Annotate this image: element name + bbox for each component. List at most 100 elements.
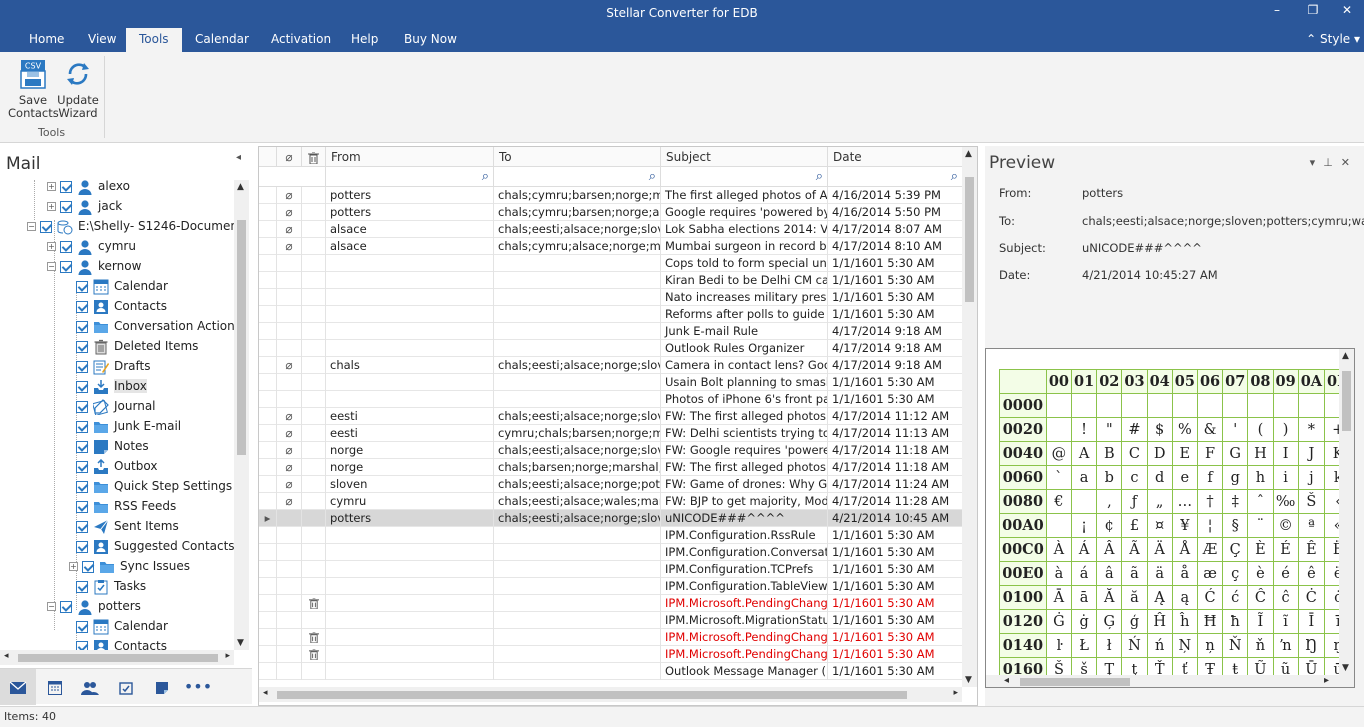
message-row[interactable]: ▸ potterschals;eesti;alsace;norge;sloven;…	[259, 510, 962, 527]
attachment-column-icon[interactable]: ⌀	[276, 147, 301, 167]
row-selector[interactable]	[259, 578, 276, 595]
expand-icon[interactable]: +	[47, 202, 56, 211]
body-hscroll-thumb[interactable]	[1020, 678, 1130, 686]
tab-calendar[interactable]: Calendar	[195, 32, 249, 46]
message-row[interactable]: IPM.Microsoft.PendingChange....1/1/1601 …	[259, 629, 962, 646]
people-icon[interactable]	[72, 669, 108, 705]
message-row[interactable]: Kiran Bedi to be Delhi CM candi...1/1/16…	[259, 272, 962, 289]
search-icon[interactable]: ⌕	[649, 169, 656, 184]
checkbox[interactable]	[76, 320, 88, 333]
message-row[interactable]: IPM.Microsoft.PendingChange....1/1/1601 …	[259, 595, 962, 612]
row-selector[interactable]	[259, 595, 276, 612]
checkbox[interactable]	[76, 520, 88, 533]
collapse-icon[interactable]: −	[27, 222, 36, 231]
row-selector[interactable]	[259, 663, 276, 680]
row-selector[interactable]	[259, 255, 276, 272]
tree-item-notes[interactable]: Notes	[76, 436, 149, 456]
message-row[interactable]: IPM.Configuration.RssRule 1/1/1601 5:30 A…	[259, 527, 962, 544]
message-row[interactable]: ⌀ slovenchals;eesti;alsace;norge;potter..…	[259, 476, 962, 493]
checkbox[interactable]	[76, 340, 88, 353]
tree-item-kernow[interactable]: − kernow	[47, 256, 141, 276]
checkbox[interactable]	[76, 640, 88, 650]
save-contacts-button[interactable]: CSV Save Contacts	[8, 58, 59, 120]
tree-item-cymru[interactable]: + cymru	[47, 236, 136, 256]
message-row[interactable]: Junk E-mail Rule 4/17/2014 9:18 AM	[259, 323, 962, 340]
row-selector[interactable]	[259, 357, 276, 374]
row-selector[interactable]	[259, 204, 276, 221]
filter-from-input[interactable]: ⌕	[325, 167, 493, 187]
column-to[interactable]: To	[493, 147, 660, 167]
pin-icon[interactable]: ⊥	[1323, 156, 1341, 169]
row-selector[interactable]	[259, 323, 276, 340]
scroll-down-icon[interactable]: ▼	[1342, 663, 1349, 673]
message-row[interactable]: ⌀ norgechals;eesti;alsace;norge;sloven;..…	[259, 442, 962, 459]
scroll-left-icon[interactable]: ◂	[1004, 675, 1009, 686]
grid-scroll-thumb[interactable]	[965, 177, 974, 302]
message-row[interactable]: ⌀ norgechals;barsen;norge;marshal;alsa...…	[259, 459, 962, 476]
filter-subject-input[interactable]: ⌕	[660, 167, 827, 187]
message-row[interactable]: ⌀ eestichals;eesti;alsace;norge;sloven;..…	[259, 408, 962, 425]
column-subject[interactable]: Subject	[660, 147, 827, 167]
tab-activation[interactable]: Activation	[271, 32, 331, 46]
tree-item-inbox[interactable]: Inbox	[76, 376, 147, 396]
checkbox[interactable]	[76, 280, 88, 293]
row-selector[interactable]	[259, 459, 276, 476]
checkbox[interactable]	[76, 540, 88, 553]
body-scroll-thumb[interactable]	[1342, 371, 1351, 431]
mail-icon[interactable]	[0, 669, 36, 705]
tree-item-outbox[interactable]: Outbox	[76, 456, 157, 476]
expand-icon[interactable]: +	[69, 562, 78, 571]
tree-item-contacts[interactable]: Contacts	[76, 636, 167, 650]
row-selector[interactable]	[259, 187, 276, 204]
checkbox[interactable]	[60, 200, 72, 213]
scroll-down-icon[interactable]: ▼	[237, 638, 244, 648]
grid-hscroll-thumb[interactable]	[277, 691, 907, 699]
row-selector-icon[interactable]: ▸	[259, 510, 276, 527]
message-row[interactable]: ⌀ alsacechals;eesti;alsace;norge;sloven;.…	[259, 221, 962, 238]
tree-item-suggested-contacts[interactable]: Suggested Contacts	[76, 536, 234, 556]
tree-item-quick-step-settings[interactable]: Quick Step Settings	[76, 476, 232, 496]
row-selector[interactable]	[259, 527, 276, 544]
tree-horizontal-scrollbar[interactable]: ◂ ▸	[0, 650, 234, 665]
column-from[interactable]: From	[325, 147, 493, 167]
row-selector[interactable]	[259, 442, 276, 459]
collapse-icon[interactable]: −	[47, 602, 56, 611]
body-horizontal-scrollbar[interactable]: ◂ ▸	[986, 675, 1341, 687]
tab-view[interactable]: View	[88, 32, 116, 46]
checkbox[interactable]	[40, 220, 52, 233]
calendar-icon[interactable]	[37, 669, 73, 705]
checkbox[interactable]	[76, 440, 88, 453]
checkbox[interactable]	[76, 500, 88, 513]
checkbox[interactable]	[76, 480, 88, 493]
checkbox[interactable]	[60, 600, 72, 613]
row-selector[interactable]	[259, 425, 276, 442]
checkbox[interactable]	[82, 560, 94, 573]
more-icon[interactable]: •••	[180, 669, 216, 705]
checkbox[interactable]	[76, 580, 88, 593]
message-row[interactable]: Cops told to form special unit for...1/1…	[259, 255, 962, 272]
body-vertical-scrollbar[interactable]: ▲ ▼	[1339, 349, 1354, 687]
row-selector[interactable]	[259, 221, 276, 238]
row-selector[interactable]	[259, 306, 276, 323]
tree-item-junk-e-mail[interactable]: Junk E-mail	[76, 416, 181, 436]
tree-item-deleted-items[interactable]: Deleted Items	[76, 336, 198, 356]
checkbox[interactable]	[76, 360, 88, 373]
message-row[interactable]: IPM.Configuration.Conversation...1/1/160…	[259, 544, 962, 561]
style-menu[interactable]: ⌃ Style ▾	[1306, 32, 1360, 46]
scroll-right-icon[interactable]: ▸	[953, 688, 958, 698]
message-row[interactable]: Photos of iPhone 6's front panel...1/1/1…	[259, 391, 962, 408]
tab-buy-now[interactable]: Buy Now	[404, 32, 457, 46]
message-row[interactable]: ⌀ cymruchals;eesti;alsace;wales;marshalFW…	[259, 493, 962, 510]
tree-item-e-shelly-s1246-documents[interactable]: − E:\Shelly- S1246-Documents\	[27, 216, 234, 236]
tree-item-conversation-action-s[interactable]: Conversation Action S	[76, 316, 234, 336]
row-selector[interactable]	[259, 612, 276, 629]
message-row[interactable]: ⌀ potterschals;cymru;barsen;norge;marshal…	[259, 187, 962, 204]
deleted-column-icon[interactable]	[301, 147, 325, 167]
message-row[interactable]: Reforms after polls to guide Indi...1/1/…	[259, 306, 962, 323]
tree-item-calendar[interactable]: Calendar	[76, 616, 168, 636]
message-row[interactable]: ⌀ potterschals;cymru;barsen;norge;alsac..…	[259, 204, 962, 221]
close-icon[interactable]: ✕	[1341, 156, 1358, 169]
message-row[interactable]: IPM.Configuration.TCPrefs 1/1/1601 5:30 A…	[259, 561, 962, 578]
filter-to-input[interactable]: ⌕	[493, 167, 660, 187]
column-date[interactable]: Date	[827, 147, 962, 167]
